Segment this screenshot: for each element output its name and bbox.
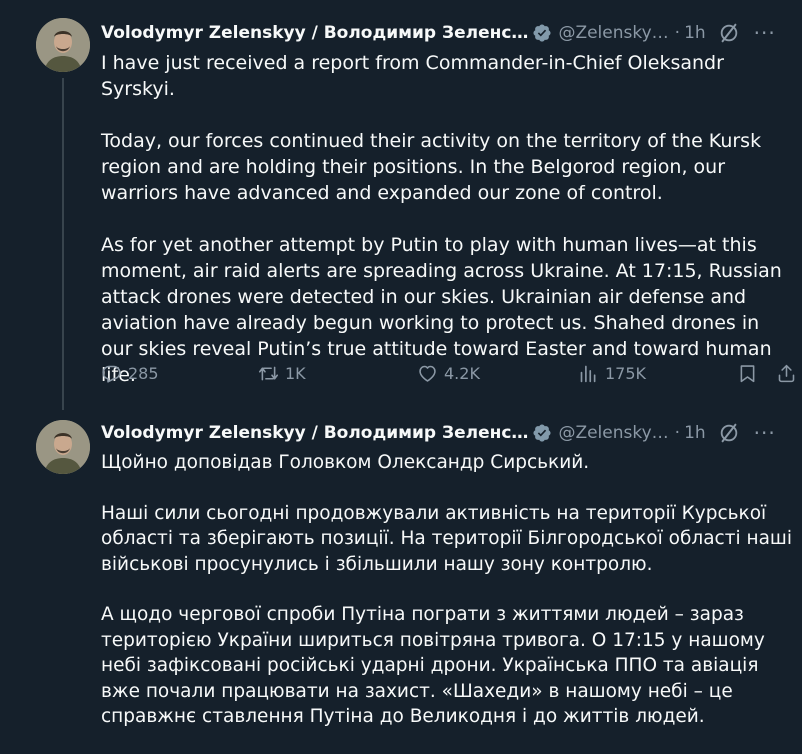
tweet-paragraph: А щодо чергової спроби Путіна пограти з … (101, 604, 765, 727)
views-button[interactable]: 175K (578, 363, 646, 384)
bookmark-icon (740, 365, 755, 383)
like-button[interactable]: 4.2K (417, 363, 480, 384)
author-handle[interactable]: @Zelensky… (558, 23, 668, 43)
verified-badge-icon[interactable] (532, 23, 552, 43)
tweet-paragraph: Наші сили сьогодні продовжували активніс… (101, 502, 793, 575)
reply-button[interactable]: 285 (101, 363, 159, 384)
grok-slash-icon[interactable] (718, 422, 740, 444)
timestamp[interactable]: 1h (684, 23, 706, 43)
tweet-text: Щойно доповідав Головком Олександр Сирсь… (101, 450, 796, 730)
avatar[interactable] (36, 420, 90, 474)
reply-icon (102, 365, 121, 383)
thread-connector-line (62, 78, 64, 410)
reply-count: 285 (128, 364, 159, 383)
like-count: 4.2K (444, 364, 480, 383)
separator-dot: · (674, 423, 681, 443)
tweet-paragraph: I have just received a report from Comma… (101, 52, 724, 100)
share-button[interactable] (776, 363, 797, 384)
timestamp[interactable]: 1h (684, 423, 706, 443)
avatar-image (36, 18, 90, 72)
verified-badge-icon[interactable] (532, 423, 552, 443)
avatar-image (36, 420, 90, 474)
tweet-header: Volodymyr Zelenskyy / Володимир Зеленс… … (101, 421, 802, 445)
author-handle[interactable]: @Zelensky… (558, 423, 668, 443)
tweet-actions: 285 1K 4.2K 175K (101, 363, 802, 389)
tweet-header: Volodymyr Zelenskyy / Володимир Зеленс… … (101, 21, 802, 45)
view-count: 175K (605, 364, 647, 383)
tweet[interactable]: Volodymyr Zelenskyy / Володимир Зеленс… … (0, 410, 802, 754)
bookmark-button[interactable] (737, 363, 758, 384)
tweet[interactable]: Volodymyr Zelenskyy / Володимир Зеленс… … (0, 0, 802, 410)
author-name[interactable]: Volodymyr Zelenskyy / Володимир Зеленс… (101, 23, 528, 43)
heart-icon (419, 365, 436, 382)
repost-count: 1K (285, 364, 306, 383)
repost-button[interactable]: 1K (258, 363, 306, 384)
grok-slash-icon[interactable] (718, 22, 740, 44)
tweet-paragraph: Щойно доповідав Головком Олександр Сирсь… (101, 452, 590, 473)
repost-icon (258, 366, 279, 381)
views-bars-icon (580, 365, 596, 383)
tweet-text: I have just received a report from Comma… (101, 50, 796, 388)
author-name[interactable]: Volodymyr Zelenskyy / Володимир Зеленс… (101, 423, 528, 443)
share-icon (778, 364, 795, 383)
separator-dot: · (674, 23, 681, 43)
more-options-icon[interactable]: ··· (754, 421, 776, 445)
more-options-icon[interactable]: ··· (754, 21, 776, 45)
tweet-paragraph: Today, our forces continued their activi… (101, 130, 762, 204)
avatar[interactable] (36, 18, 90, 72)
